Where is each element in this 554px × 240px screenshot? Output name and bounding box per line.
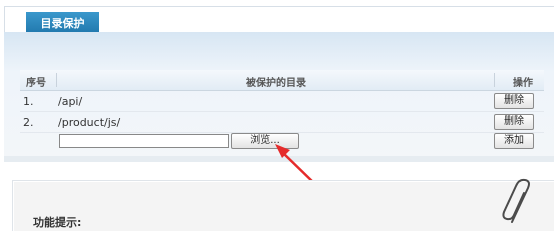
tips-box: 功能提示: [12,180,554,231]
header-index: 序号 [26,78,46,89]
paperclip-icon [502,178,530,223]
header-operation: 操作 [513,78,533,89]
delete-button[interactable]: 删除 [494,93,534,109]
directory-path-input[interactable] [59,134,229,148]
row-path: /api/ [58,95,83,108]
table-row: 1. /api/ 删除 [20,91,544,112]
delete-button[interactable]: 删除 [494,114,534,130]
tab-bar: 目录保护 [4,6,554,35]
row-path: /product/js/ [58,116,121,129]
header-directory: 被保护的目录 [246,78,306,89]
tips-title: 功能提示: [33,216,82,229]
header-divider [56,73,57,87]
header-divider [494,73,495,87]
add-button[interactable]: 添加 [494,133,534,149]
table-header: 序号 被保护的目录 操作 [20,70,544,91]
table-row: 2. /product/js/ 删除 [20,112,544,133]
row-index: 2. [23,116,34,129]
row-index: 1. [23,95,34,108]
